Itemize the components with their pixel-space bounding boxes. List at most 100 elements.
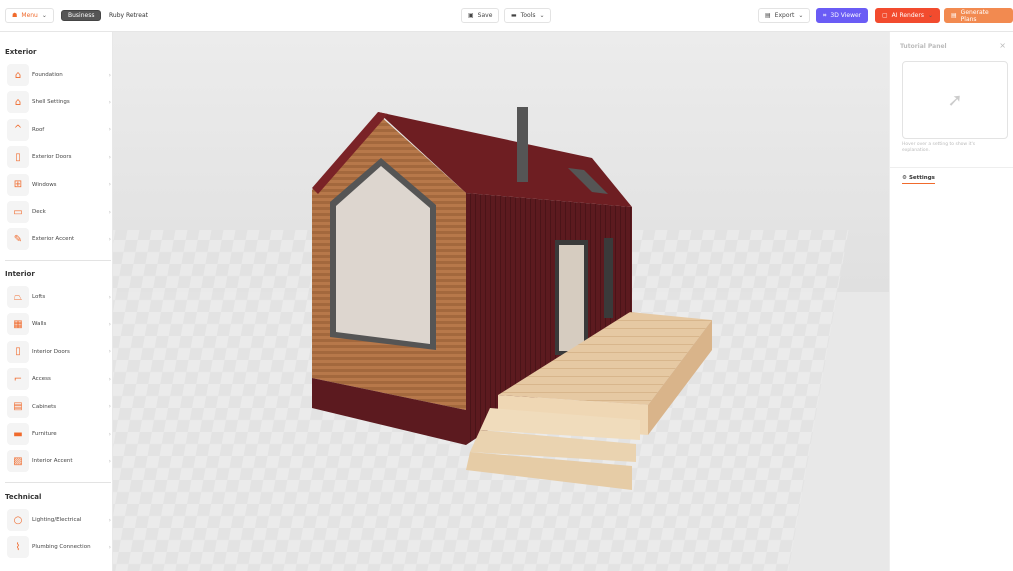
sidebar-item-lofts[interactable]: ⏢ Lofts ›: [7, 286, 111, 308]
plan-badge: Business: [61, 10, 102, 21]
wall-icon: ▦: [7, 313, 29, 336]
sidebar-item-exterior-doors[interactable]: ▯ Exterior Doors ›: [7, 146, 111, 169]
chevron-right-icon: ›: [108, 348, 111, 356]
sidebar-item-label: Lofts: [32, 294, 46, 300]
chevron-right-icon: ›: [108, 71, 111, 79]
divider: [890, 167, 1013, 168]
section-divider: [5, 481, 111, 483]
cursor-click-icon: ➚: [947, 89, 963, 111]
tutorial-hint: Hover over a setting to show it's explan…: [902, 142, 976, 153]
sidebar-item-windows[interactable]: ⊞ Windows ›: [7, 173, 111, 196]
chevron-right-icon: ›: [108, 457, 111, 465]
cabinet-icon: ▤: [7, 395, 29, 418]
sidebar-item-label: Exterior Accent: [32, 236, 75, 243]
sidebar-item-label: Access: [32, 376, 51, 383]
menu-label: Menu: [21, 12, 38, 19]
sofa-icon: ▬: [7, 423, 29, 445]
door-icon: ▯: [7, 340, 29, 363]
foundation-icon: ⌂: [7, 64, 29, 86]
menu-icon: ☗: [12, 12, 18, 19]
ai-renders-label: AI Renders: [891, 12, 924, 19]
sidebar-item-exterior-accent[interactable]: ✎ Exterior Accent ›: [7, 228, 111, 251]
toolbox-icon: ▬: [511, 12, 517, 19]
sidebar-item-cabinets[interactable]: ▤ Cabinets ›: [7, 395, 111, 418]
3d-viewport[interactable]: [113, 32, 889, 571]
chevron-right-icon: ›: [108, 181, 111, 189]
sidebar-item-foundation[interactable]: ⌂ Foundation ›: [7, 64, 111, 86]
house-icon: ⌂: [7, 91, 29, 114]
chevron-right-icon: ›: [108, 126, 111, 134]
3d-viewer-label: 3D Viewer: [830, 12, 862, 19]
sidebar-item-lighting-electrical[interactable]: ○ Lighting/Electrical ›: [7, 509, 111, 531]
gear-icon: ⚙: [902, 175, 907, 181]
chevron-right-icon: ›: [108, 403, 111, 411]
sidebar-item-access[interactable]: ⌐ Access ›: [7, 368, 111, 391]
chevron-right-icon: ›: [108, 208, 111, 216]
3d-scene[interactable]: [113, 32, 889, 571]
sidebar-item-roof[interactable]: ^ Roof ›: [7, 118, 111, 141]
chevron-down-icon: ⌄: [41, 12, 47, 19]
close-icon[interactable]: ×: [999, 41, 1006, 50]
sidebar-item-walls[interactable]: ▦ Walls ›: [7, 313, 111, 336]
chevron-down-icon: ⌄: [798, 12, 804, 19]
chevron-right-icon: ›: [108, 153, 111, 161]
chevron-right-icon: ›: [108, 320, 111, 328]
export-icon: ▤: [765, 12, 771, 19]
chevron-down-icon: ⌄: [927, 12, 933, 19]
pipe-icon: ⌇: [7, 536, 29, 559]
save-button[interactable]: ▣ Save: [461, 8, 500, 23]
menu-button[interactable]: ☗ Menu ⌄: [5, 8, 54, 23]
section-exterior: Exterior: [5, 48, 37, 56]
export-button[interactable]: ▤ Export ⌄: [758, 8, 811, 23]
sidebar-item-deck[interactable]: ▭ Deck ›: [7, 201, 111, 223]
section-technical: Technical: [5, 493, 42, 501]
chevron-right-icon: ›: [108, 98, 111, 106]
cube-icon: ⌗: [823, 11, 827, 19]
tab-settings[interactable]: ⚙ Settings: [902, 175, 935, 184]
sidebar-item-label: Exterior Doors: [32, 154, 72, 161]
sidebar-item-label: Interior Accent: [32, 458, 73, 465]
project-name[interactable]: Ruby Retreat: [109, 12, 148, 19]
tutorial-title: Tutorial Panel: [900, 43, 947, 50]
tools-label: Tools: [520, 12, 536, 19]
sidebar-item-label: Shell Settings: [32, 99, 70, 106]
plans-icon: ▤: [951, 12, 957, 19]
sidebar-item-interior-doors[interactable]: ▯ Interior Doors ›: [7, 340, 111, 363]
tools-button[interactable]: ▬ Tools ⌄: [504, 8, 552, 23]
chevron-right-icon: ›: [108, 235, 111, 243]
export-label: Export: [774, 12, 795, 19]
sidebar-item-label: Plumbing Connection: [32, 544, 91, 551]
image-icon: ▢: [882, 12, 888, 19]
top-bar: ☗ Menu ⌄ Business Ruby Retreat ▣ Save ▬ Tool…: [0, 0, 1013, 32]
deck-icon: ▭: [7, 201, 29, 223]
bulb-icon: ○: [7, 509, 29, 531]
sidebar-item-label: Lighting/Electrical: [32, 517, 82, 523]
plan-badge-label: Business: [68, 12, 95, 19]
chevron-right-icon: ›: [108, 516, 111, 524]
door-icon: ▯: [7, 146, 29, 169]
sidebar-item-label: Walls: [32, 321, 47, 328]
sidebar-item-plumbing-connection[interactable]: ⌇ Plumbing Connection ›: [7, 536, 111, 559]
sidebar-item-label: Cabinets: [32, 403, 57, 410]
chevron-right-icon: ›: [108, 430, 111, 438]
chevron-right-icon: ›: [108, 375, 111, 383]
section-divider: [5, 259, 111, 261]
3d-viewer-button[interactable]: ⌗ 3D Viewer: [816, 8, 869, 23]
generate-plans-button[interactable]: ▤ Generate Plans: [944, 8, 1013, 23]
sidebar-item-shell-settings[interactable]: ⌂ Shell Settings ›: [7, 91, 111, 114]
sidebar-item-interior-accent[interactable]: ▨ Interior Accent ›: [7, 450, 111, 473]
sidebar-item-furniture[interactable]: ▬ Furniture ›: [7, 423, 111, 445]
tutorial-preview: ➚: [902, 61, 1008, 139]
loft-icon: ⏢: [7, 286, 29, 308]
ai-renders-button[interactable]: ▢ AI Renders ⌄: [875, 8, 940, 23]
sidebar-item-label: Windows: [32, 181, 57, 188]
tutorial-panel: Tutorial Panel × ➚ Hover over a setting …: [889, 32, 1013, 571]
sidebar-item-label: Roof: [32, 126, 45, 133]
sidebar-item-label: Foundation: [32, 72, 63, 78]
sidebar-item-label: Interior Doors: [32, 348, 70, 355]
generate-plans-label: Generate Plans: [960, 8, 989, 23]
roof-icon: ^: [7, 118, 29, 141]
sidebar-item-label: Deck: [32, 209, 46, 215]
accent-icon: ▨: [7, 450, 29, 473]
save-icon: ▣: [468, 12, 474, 19]
